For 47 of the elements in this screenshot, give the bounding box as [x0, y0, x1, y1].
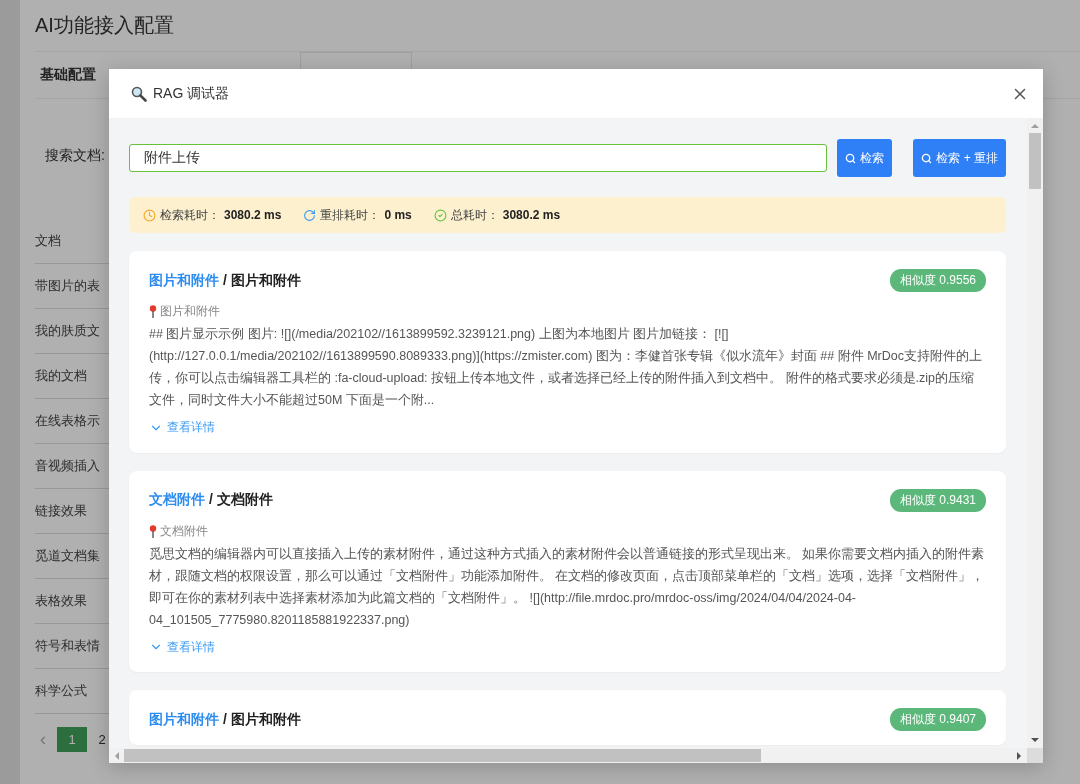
scrollbar-thumb[interactable]: [1029, 133, 1041, 189]
check-circle-icon: [433, 208, 447, 222]
search-label: 搜索文档:: [45, 147, 105, 165]
scroll-right-icon[interactable]: [1015, 751, 1023, 760]
dialog-title: RAG 调试器: [153, 84, 231, 103]
similarity-badge: 相似度 0.9431: [889, 488, 986, 512]
result-title: / 图片和附件: [223, 271, 302, 290]
timing-value: 0 ms: [384, 208, 412, 222]
document-link[interactable]: 文档附件: [149, 491, 205, 509]
previous-page-button[interactable]: ‹: [35, 728, 51, 750]
refresh-icon: [303, 208, 317, 222]
page-button[interactable]: 2: [93, 726, 111, 752]
page-button[interactable]: 1: [57, 726, 87, 752]
search-icon: [921, 152, 933, 164]
similarity-badge: 相似度 0.9556: [889, 269, 986, 292]
timing-label: 总耗时：: [450, 206, 499, 224]
pin-icon: [149, 524, 157, 538]
timing-label: 检索耗时：: [160, 206, 220, 224]
scroll-left-icon[interactable]: [113, 751, 121, 760]
details-link[interactable]: 查看详情: [149, 638, 215, 656]
result-path: 文档附件: [160, 522, 208, 540]
scroll-up-icon[interactable]: [1031, 122, 1039, 130]
result-excerpt: 觅思文档的编辑器内可以直接插入上传的素材附件，通过这种方式插入的素材附件会以普通链接的形式呈现出来。 如果你需要文档内插入的附件素材，跟随文档的权限设置，那么可以通过「文档附件」功能添加附件。 在文档的修改页面，点击顶部菜单栏的「文档」选项，选择「文档附件」，即可在你的素材列表中选择素材添加为此篇文档的「文档附件」。 ![](http://file.mrdoc.pro/mrdoc-oss/img/2024/04/04/2024-04-04_101505_7775980.8201185881922337.png): [149, 545, 986, 629]
query-input[interactable]: 附件上传: [129, 144, 828, 172]
similarity-badge: 相似度 0.9407: [889, 708, 986, 731]
result-title: / 图片和附件: [223, 710, 302, 729]
scrollbar-corner: [1027, 748, 1043, 763]
clock-icon: [143, 208, 156, 222]
result-path: 图片和附件: [160, 303, 220, 320]
search-button[interactable]: 检索: [837, 139, 893, 177]
magnifier-icon: [131, 85, 147, 102]
page-title: AI功能接入配置: [35, 0, 1080, 52]
scrollbar-thumb[interactable]: [124, 749, 761, 762]
document-link[interactable]: 图片和附件: [149, 710, 219, 729]
pin-icon: [149, 305, 157, 318]
timing-value: 3080.2 ms: [224, 208, 282, 222]
search-button[interactable]: 检索 + 重排: [913, 139, 1006, 177]
result-title: / 文档附件: [209, 491, 274, 509]
document-link[interactable]: 图片和附件: [149, 271, 219, 290]
result-excerpt: ## 图片显示示例 图片: ![](/media/202102//1613899592.3239121.png) 上图为本地图片 图片加链接： [![](http://127.0.0.1/media/202102//1613899590.8089333.png)](https://zmister.com) 图为：李健首张专辑《似水流年》封面 ## 附件 MrDoc支持附件的上传，你可以点击编辑器工具栏的 :fa-cloud-upload: 按钮上传本地文件，或者选择已经上传的附件插入到文档中。 附件的格式要求必须是.zip的压缩文件，同时文件大小不能超过50M 下面是一个附...: [149, 326, 983, 409]
search-icon: [845, 152, 857, 164]
scroll-down-icon[interactable]: [1031, 736, 1039, 744]
timing-label: 重排耗时：: [320, 206, 381, 224]
details-link[interactable]: 查看详情: [149, 419, 215, 436]
vertical-scrollbar[interactable]: [1027, 118, 1043, 748]
horizontal-scrollbar[interactable]: [109, 748, 1043, 763]
timing-value: 3080.2 ms: [502, 208, 561, 222]
